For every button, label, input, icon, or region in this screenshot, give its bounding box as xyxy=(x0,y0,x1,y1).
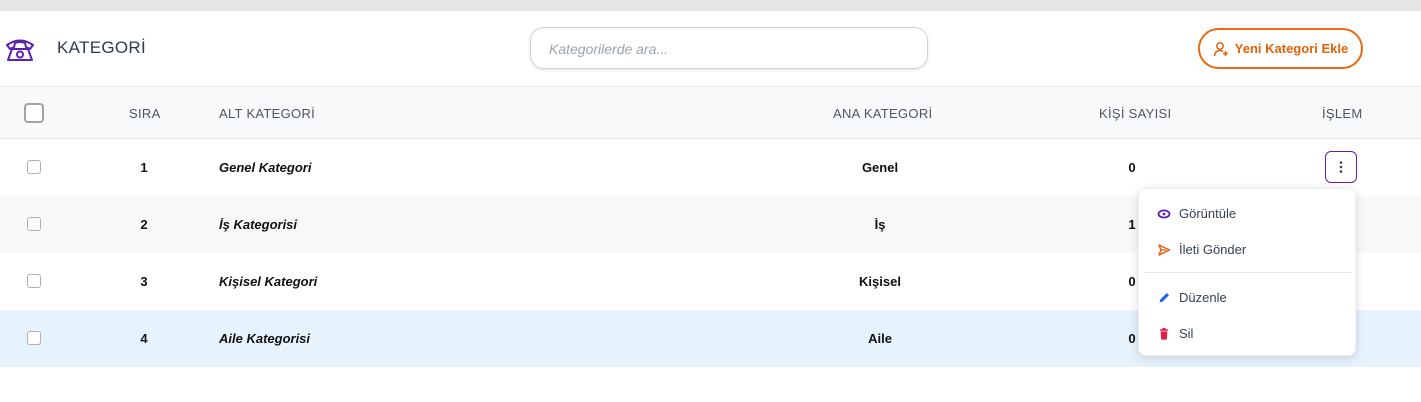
sub-category: Aile Kategorisi xyxy=(219,331,311,346)
pencil-icon xyxy=(1159,293,1169,303)
menu-item-label: Düzenle xyxy=(1179,290,1227,305)
page-header: KATEGORİ Yeni Kategori Ekle xyxy=(0,11,1421,87)
sub-category: Kişisel Kategori xyxy=(219,274,318,289)
search-box[interactable] xyxy=(530,27,928,70)
more-vertical-icon xyxy=(1339,161,1343,173)
row-checkbox[interactable] xyxy=(27,274,41,288)
menu-item-label: İleti Gönder xyxy=(1179,242,1247,257)
menu-item-label: Görüntüle xyxy=(1179,206,1237,221)
telephone-icon xyxy=(6,39,34,61)
row-checkbox[interactable] xyxy=(27,160,41,174)
menu-item-delete[interactable]: Sil xyxy=(1139,316,1357,350)
table-header: SIRA ALT KATEGORİ ANA KATEGORİ KİŞİ SAYI… xyxy=(0,87,1421,139)
search-input[interactable] xyxy=(547,28,911,70)
row-number: 3 xyxy=(140,274,148,289)
column-header-ana-kategori: ANA KATEGORİ xyxy=(833,106,933,121)
select-all-checkbox[interactable] xyxy=(24,103,44,123)
add-category-label: Yeni Kategori Ekle xyxy=(1234,41,1349,56)
send-icon xyxy=(1158,244,1171,256)
main-category: Aile xyxy=(868,331,892,346)
column-header-sira: SIRA xyxy=(129,106,161,121)
column-header-islem: İŞLEM xyxy=(1322,106,1363,121)
sub-category: Genel Kategori xyxy=(219,160,312,175)
add-category-button[interactable]: Yeni Kategori Ekle xyxy=(1198,28,1363,69)
row-checkbox[interactable] xyxy=(27,217,41,231)
trash-icon xyxy=(1160,328,1168,340)
menu-item-view[interactable]: Görüntüle xyxy=(1139,196,1357,230)
row-checkbox[interactable] xyxy=(27,331,41,345)
column-header-alt-kategori: ALT KATEGORİ xyxy=(219,106,316,121)
window-top-strip xyxy=(0,0,1421,11)
row-action-menu: Görüntüle İleti Gönder Düzenle Sil xyxy=(1138,188,1356,356)
row-number: 2 xyxy=(140,217,148,232)
row-actions-button[interactable] xyxy=(1325,151,1357,183)
menu-item-send-message[interactable]: İleti Gönder xyxy=(1139,232,1357,266)
main-category: Kişisel xyxy=(859,274,901,289)
main-category: Genel xyxy=(861,160,899,175)
row-number: 4 xyxy=(140,331,148,346)
main-category: İş xyxy=(874,217,886,232)
column-header-kisi-sayisi: KİŞİ SAYISI xyxy=(1099,106,1172,121)
page-title: KATEGORİ xyxy=(57,38,146,57)
sub-category: İş Kategorisi xyxy=(219,217,298,232)
menu-item-label: Sil xyxy=(1179,326,1194,341)
eye-icon xyxy=(1157,209,1171,219)
person-count: 0 xyxy=(1128,160,1136,175)
menu-item-edit[interactable]: Düzenle xyxy=(1139,280,1357,314)
menu-divider xyxy=(1145,272,1351,273)
add-user-icon xyxy=(1213,41,1228,56)
row-number: 1 xyxy=(140,160,148,175)
